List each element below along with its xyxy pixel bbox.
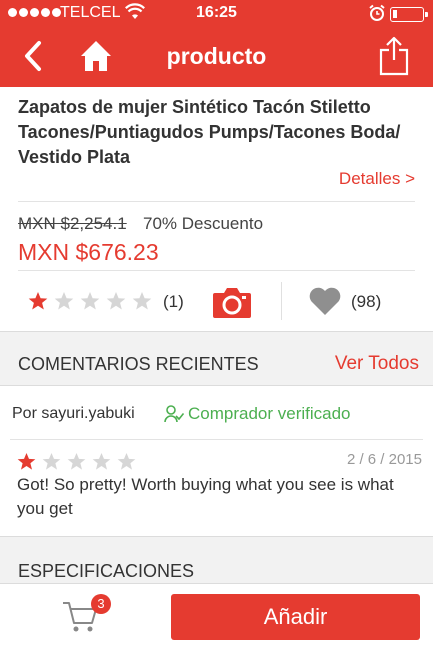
add-to-cart-button[interactable]: Añadir [171,594,420,640]
product-title: Zapatos de mujer Sintético Tacón Stilett… [18,97,401,167]
sale-price: MXN $676.23 [18,239,159,265]
review-date: 2 / 6 / 2015 [346,451,422,468]
divider [10,439,423,440]
specs-title: ESPECIFICACIONES [18,561,195,581]
reviews-header: COMENTARIOS RECIENTES Ver Todos [0,331,433,386]
star-filled-icon [17,452,36,470]
divider [18,201,415,202]
star-empty-icon [54,292,74,310]
user-check-icon [164,405,184,423]
verified-buyer-label: Comprador verificado [164,404,351,424]
divider [18,270,415,271]
details-link[interactable]: Detalles > [339,169,415,189]
rating-row: (1) (98) [0,280,433,325]
battery-icon [390,7,428,22]
alarm-icon [369,4,385,21]
star-empty-icon [92,452,111,470]
likes-count: (98) [351,292,382,311]
rating-count: (1) [163,292,184,311]
camera-icon[interactable] [212,285,252,319]
reviews-title: COMENTARIOS RECIENTES [18,354,259,374]
star-empty-icon [132,292,152,310]
star-empty-icon [80,292,100,310]
star-empty-icon [106,292,126,310]
share-icon[interactable] [377,36,411,76]
review-author: Por sayuri.yabuki [12,405,135,422]
heart-icon[interactable] [308,286,342,316]
cart-badge: 3 [91,594,111,614]
bottom-bar: 3 Añadir [0,583,433,650]
review-text: Got! So pretty! Worth buying what you se… [17,475,394,518]
product-rating-stars [28,291,152,311]
original-price: MXN $2,254.1 [18,214,127,233]
star-empty-icon [67,452,86,470]
page-title: producto [166,43,267,69]
star-empty-icon [42,452,61,470]
star-filled-icon [28,292,48,310]
divider [281,282,282,320]
star-empty-icon [117,452,136,470]
see-all-link[interactable]: Ver Todos [335,353,419,375]
discount-label: 70% Descuento [143,214,264,233]
review-rating-stars [17,452,136,471]
status-bar: TELCEL 16:25 [0,0,433,28]
top-bar: TELCEL 16:25 producto [0,0,433,87]
